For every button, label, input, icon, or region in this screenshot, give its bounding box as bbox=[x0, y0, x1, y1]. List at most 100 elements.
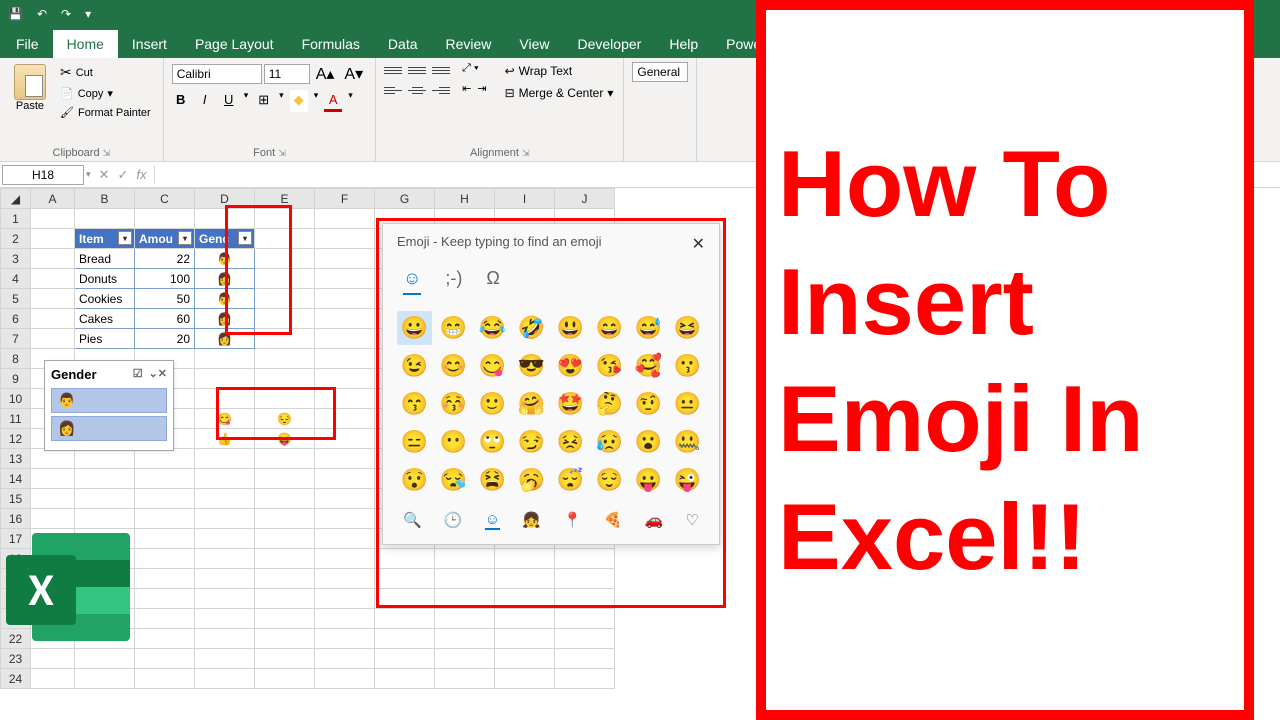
emoji-item[interactable]: 😄 bbox=[592, 311, 627, 345]
cell-A24[interactable] bbox=[31, 669, 75, 689]
column-header-E[interactable]: E bbox=[255, 189, 315, 209]
cell-D5[interactable]: 👨 bbox=[195, 289, 255, 309]
cell-E17[interactable] bbox=[255, 529, 315, 549]
fx-icon[interactable]: fx bbox=[136, 167, 146, 183]
cell-D19[interactable] bbox=[195, 569, 255, 589]
cell-D17[interactable] bbox=[195, 529, 255, 549]
cell-E20[interactable] bbox=[255, 589, 315, 609]
cell-C4[interactable]: 100 bbox=[135, 269, 195, 289]
emoji-item[interactable]: 😣 bbox=[553, 425, 588, 459]
cell-G23[interactable] bbox=[375, 649, 435, 669]
cell-B3[interactable]: Bread bbox=[75, 249, 135, 269]
cell-F9[interactable] bbox=[315, 369, 375, 389]
row-header-13[interactable]: 13 bbox=[1, 449, 31, 469]
emoji-item[interactable]: 😅 bbox=[631, 311, 666, 345]
cell-C13[interactable] bbox=[135, 449, 195, 469]
row-header-7[interactable]: 7 bbox=[1, 329, 31, 349]
name-box[interactable] bbox=[2, 165, 84, 185]
tab-review[interactable]: Review bbox=[432, 30, 506, 58]
font-expand-icon[interactable]: ⇲ bbox=[278, 148, 286, 158]
slicer-item-male[interactable]: 👨 bbox=[51, 388, 167, 413]
cell-D16[interactable] bbox=[195, 509, 255, 529]
cell-C5[interactable]: 50 bbox=[135, 289, 195, 309]
cell-C16[interactable] bbox=[135, 509, 195, 529]
emoji-item[interactable]: 😮 bbox=[631, 425, 666, 459]
select-all-corner[interactable]: ◢ bbox=[1, 189, 31, 209]
row-header-12[interactable]: 12 bbox=[1, 429, 31, 449]
wrap-text-button[interactable]: ↩Wrap Text bbox=[503, 62, 616, 80]
emoji-item[interactable]: 😐 bbox=[670, 387, 705, 421]
cell-H21[interactable] bbox=[435, 609, 495, 629]
cell-E8[interactable] bbox=[255, 349, 315, 369]
cell-J22[interactable] bbox=[555, 629, 615, 649]
orientation-button[interactable]: ⤢ ▾ bbox=[462, 62, 478, 78]
row-header-9[interactable]: 9 bbox=[1, 369, 31, 389]
align-bottom-button[interactable] bbox=[432, 62, 450, 78]
cell-D22[interactable] bbox=[195, 629, 255, 649]
cell-A5[interactable] bbox=[31, 289, 75, 309]
cell-F10[interactable] bbox=[315, 389, 375, 409]
tab-page-layout[interactable]: Page Layout bbox=[181, 30, 288, 58]
cell-B13[interactable] bbox=[75, 449, 135, 469]
cell-D11[interactable]: 😋 bbox=[195, 409, 255, 429]
tab-help[interactable]: Help bbox=[655, 30, 712, 58]
emoji-item[interactable]: 🤔 bbox=[592, 387, 627, 421]
filter-icon[interactable]: ▾ bbox=[118, 231, 132, 245]
column-header-I[interactable]: I bbox=[495, 189, 555, 209]
emoji-item[interactable]: 🥱 bbox=[514, 463, 549, 497]
emoji-item[interactable]: 😋 bbox=[475, 349, 510, 383]
row-header-8[interactable]: 8 bbox=[1, 349, 31, 369]
cell-C20[interactable] bbox=[135, 589, 195, 609]
row-header-2[interactable]: 2 bbox=[1, 229, 31, 249]
tab-file[interactable]: File bbox=[2, 30, 53, 58]
emoji-tab-symbols[interactable]: Ω bbox=[486, 268, 499, 295]
cell-E15[interactable] bbox=[255, 489, 315, 509]
emoji-item[interactable]: 😃 bbox=[553, 311, 588, 345]
customize-qat-icon[interactable]: ▾ bbox=[81, 5, 95, 23]
column-header-F[interactable]: F bbox=[315, 189, 375, 209]
cell-H23[interactable] bbox=[435, 649, 495, 669]
cell-J23[interactable] bbox=[555, 649, 615, 669]
cell-D7[interactable]: 👩 bbox=[195, 329, 255, 349]
format-painter-button[interactable]: 🖌Format Painter bbox=[56, 104, 155, 121]
cell-B6[interactable]: Cakes bbox=[75, 309, 135, 329]
cell-I18[interactable] bbox=[495, 549, 555, 569]
cell-E19[interactable] bbox=[255, 569, 315, 589]
row-header-4[interactable]: 4 bbox=[1, 269, 31, 289]
slicer-item-female[interactable]: 👩 bbox=[51, 416, 167, 441]
cell-H24[interactable] bbox=[435, 669, 495, 689]
cell-C17[interactable] bbox=[135, 529, 195, 549]
column-header-C[interactable]: C bbox=[135, 189, 195, 209]
cell-A2[interactable] bbox=[31, 229, 75, 249]
cell-C21[interactable] bbox=[135, 609, 195, 629]
cell-A7[interactable] bbox=[31, 329, 75, 349]
italic-button[interactable]: I bbox=[196, 90, 214, 112]
cell-A13[interactable] bbox=[31, 449, 75, 469]
cell-E18[interactable] bbox=[255, 549, 315, 569]
cell-I24[interactable] bbox=[495, 669, 555, 689]
cell-B23[interactable] bbox=[75, 649, 135, 669]
cell-D12[interactable]: 👍 bbox=[195, 429, 255, 449]
cell-F3[interactable] bbox=[315, 249, 375, 269]
filter-icon[interactable]: ▾ bbox=[178, 231, 192, 245]
cell-F24[interactable] bbox=[315, 669, 375, 689]
cell-E3[interactable] bbox=[255, 249, 315, 269]
decrease-indent-button[interactable]: ⇤ bbox=[462, 82, 471, 98]
row-header-11[interactable]: 11 bbox=[1, 409, 31, 429]
cell-F1[interactable] bbox=[315, 209, 375, 229]
cell-E11[interactable]: 😔 bbox=[255, 409, 315, 429]
cell-E6[interactable] bbox=[255, 309, 315, 329]
cell-F21[interactable] bbox=[315, 609, 375, 629]
emoji-category[interactable]: 🚗 bbox=[645, 511, 664, 530]
cell-F6[interactable] bbox=[315, 309, 375, 329]
emoji-tab-kaomoji[interactable]: ;-) bbox=[445, 268, 462, 295]
cell-E23[interactable] bbox=[255, 649, 315, 669]
cell-D24[interactable] bbox=[195, 669, 255, 689]
decrease-font-button[interactable]: A▾ bbox=[340, 62, 367, 86]
copy-button[interactable]: 📄Copy ▾ bbox=[56, 85, 155, 102]
cell-J19[interactable] bbox=[555, 569, 615, 589]
slicer-gender[interactable]: Gender ☑ ⌄✕ 👨 👩 bbox=[44, 360, 174, 451]
emoji-item[interactable]: 😯 bbox=[397, 463, 432, 497]
cell-H18[interactable] bbox=[435, 549, 495, 569]
row-header-1[interactable]: 1 bbox=[1, 209, 31, 229]
